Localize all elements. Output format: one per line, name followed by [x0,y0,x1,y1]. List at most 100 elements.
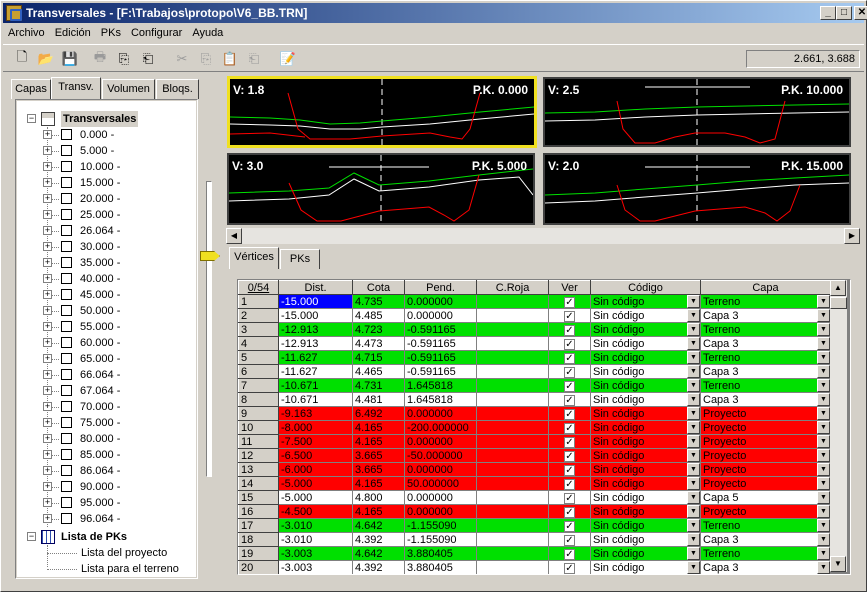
tree-item-section[interactable]: 86.064 - [80,463,120,479]
cell-codigo[interactable]: Sin código ▼ [590,392,701,407]
row-number[interactable]: 6 [238,364,279,379]
cell-cota[interactable]: 4.723 [352,322,405,337]
section-checkbox[interactable] [61,193,72,204]
cell-capa[interactable]: Terreno ▼ [700,322,831,337]
ver-checkbox[interactable]: ✓ [564,422,575,434]
cell-codigo[interactable]: Sin código ▼ [590,532,701,547]
table-row[interactable]: 9 -9.163 6.492 0.000000 ✓ Sin código ▼ Proyecto… [238,406,831,421]
section-plot-2[interactable]: V: 2.5 P.K. 10.000 [543,77,851,147]
cut-icon[interactable]: ✂ [171,48,193,70]
dropdown-arrow-icon[interactable]: ▼ [817,505,830,518]
tree-item-pk-list[interactable]: Lista para el terreno [81,561,179,577]
section-checkbox[interactable] [61,209,72,220]
expand-toggle-icon[interactable]: + [43,482,52,491]
copy-page-icon[interactable]: ⎘ [113,48,135,70]
table-row[interactable]: 5 -11.627 4.715 -0.591165 ✓ Sin código ▼ Terren… [238,350,831,365]
cell-ver[interactable]: ✓ [548,406,591,421]
cell-capa[interactable]: Terreno ▼ [700,294,831,309]
ver-checkbox[interactable]: ✓ [564,310,575,322]
tree-item-section[interactable]: 65.000 - [80,351,120,367]
tree-item-section[interactable]: 70.000 - [80,399,120,415]
section-checkbox[interactable] [61,385,72,396]
dropdown-arrow-icon[interactable]: ▼ [817,463,830,476]
cell-ver[interactable]: ✓ [548,504,591,519]
cell-croja[interactable] [476,308,549,323]
menu-ayuda[interactable]: Ayuda [187,27,228,39]
cell-capa[interactable]: Proyecto ▼ [700,420,831,435]
expand-toggle-icon[interactable]: + [43,402,52,411]
tree-item-section[interactable]: 95.000 - [80,495,120,511]
table-row[interactable]: 12 -6.500 3.665 -50.000000 ✓ Sin código ▼ Proye… [238,448,831,463]
dropdown-arrow-icon[interactable]: ▼ [817,435,830,448]
cell-pend[interactable]: 0.000000 [404,504,477,519]
cell-croja[interactable] [476,462,549,477]
table-row[interactable]: 11 -7.500 4.165 0.000000 ✓ Sin código ▼ Proyect… [238,434,831,449]
cell-croja[interactable] [476,518,549,533]
expand-toggle-icon[interactable]: + [43,466,52,475]
tree-item-pk-list[interactable]: Lista del proyecto [81,545,167,561]
dropdown-arrow-icon[interactable]: ▼ [817,351,830,364]
cell-cota[interactable]: 4.392 [352,560,405,574]
dropdown-arrow-icon[interactable]: ▼ [817,547,830,560]
dropdown-arrow-icon[interactable]: ▼ [687,547,700,560]
dropdown-arrow-icon[interactable]: ▼ [817,421,830,434]
cell-codigo[interactable]: Sin código ▼ [590,294,701,309]
table-row[interactable]: 20 -3.003 4.392 3.880405 ✓ Sin código ▼ Capa 3 ▼ [238,560,831,574]
cell-ver[interactable]: ✓ [548,490,591,505]
cell-capa[interactable]: Capa 3 ▼ [700,560,831,574]
cell-dist[interactable]: -11.627 [278,350,353,365]
dropdown-arrow-icon[interactable]: ▼ [687,351,700,364]
tree-view[interactable]: − Transversales +0.000 - +5.000 - +10.000 - +… [17,101,196,577]
table-row[interactable]: 8 -10.671 4.481 1.645818 ✓ Sin código ▼ Capa 3 ▼ [238,392,831,407]
row-number[interactable]: 5 [238,350,279,365]
save-icon[interactable]: 💾 [59,48,81,70]
table-row[interactable]: 10 -8.000 4.165 -200.000000 ✓ Sin código ▼ Proy… [238,420,831,435]
cell-dist[interactable]: -11.627 [278,364,353,379]
dropdown-arrow-icon[interactable]: ▼ [817,561,830,574]
menu-archivo[interactable]: Archivo [3,27,50,39]
scroll-right-icon[interactable]: ▶ [844,228,860,244]
grid-scroll-thumb[interactable] [830,297,847,309]
section-checkbox[interactable] [61,497,72,508]
dropdown-arrow-icon[interactable]: ▼ [687,309,700,322]
grid-vertical-scrollbar[interactable]: ▲ ▼ [830,280,847,572]
tab-capas[interactable]: Capas [11,79,51,99]
header-croja[interactable]: C.Roja [476,280,549,295]
expand-toggle-icon[interactable]: + [43,450,52,459]
section-checkbox[interactable] [61,353,72,364]
cell-pend[interactable]: -200.000000 [404,420,477,435]
tree-item-section[interactable]: 66.064 - [80,367,120,383]
tree-item-section[interactable]: 67.064 - [80,383,120,399]
section-checkbox[interactable] [61,129,72,140]
cell-pend[interactable]: 0.000000 [404,406,477,421]
expand-toggle-icon[interactable]: + [43,434,52,443]
cell-dist[interactable]: -9.163 [278,406,353,421]
expand-toggle-icon[interactable]: + [43,338,52,347]
tab-bloqs[interactable]: Bloqs. [156,79,199,99]
collapse-toggle-icon[interactable]: − [27,532,36,541]
ver-checkbox[interactable]: ✓ [564,562,575,574]
tree-item-section[interactable]: 5.000 - [80,143,114,159]
cell-ver[interactable]: ✓ [548,392,591,407]
scroll-up-icon[interactable]: ▲ [830,280,846,296]
tree-item-section[interactable]: 85.000 - [80,447,120,463]
expand-toggle-icon[interactable]: + [43,178,52,187]
section-checkbox[interactable] [61,241,72,252]
row-number[interactable]: 18 [238,532,279,547]
table-row[interactable]: 3 -12.913 4.723 -0.591165 ✓ Sin código ▼ Terren… [238,322,831,337]
cell-pend[interactable]: 0.000000 [404,462,477,477]
expand-toggle-icon[interactable]: + [43,226,52,235]
ver-checkbox[interactable]: ✓ [564,408,575,420]
cell-croja[interactable] [476,490,549,505]
section-checkbox[interactable] [61,145,72,156]
dropdown-arrow-icon[interactable]: ▼ [817,323,830,336]
dropdown-arrow-icon[interactable]: ▼ [817,407,830,420]
expand-toggle-icon[interactable]: + [43,306,52,315]
cell-ver[interactable]: ✓ [548,434,591,449]
cell-pend[interactable]: -50.000000 [404,448,477,463]
cell-pend[interactable]: 1.645818 [404,378,477,393]
expand-toggle-icon[interactable]: + [43,210,52,219]
cell-cota[interactable]: 6.492 [352,406,405,421]
cell-croja[interactable] [476,406,549,421]
ver-checkbox[interactable]: ✓ [564,380,575,392]
